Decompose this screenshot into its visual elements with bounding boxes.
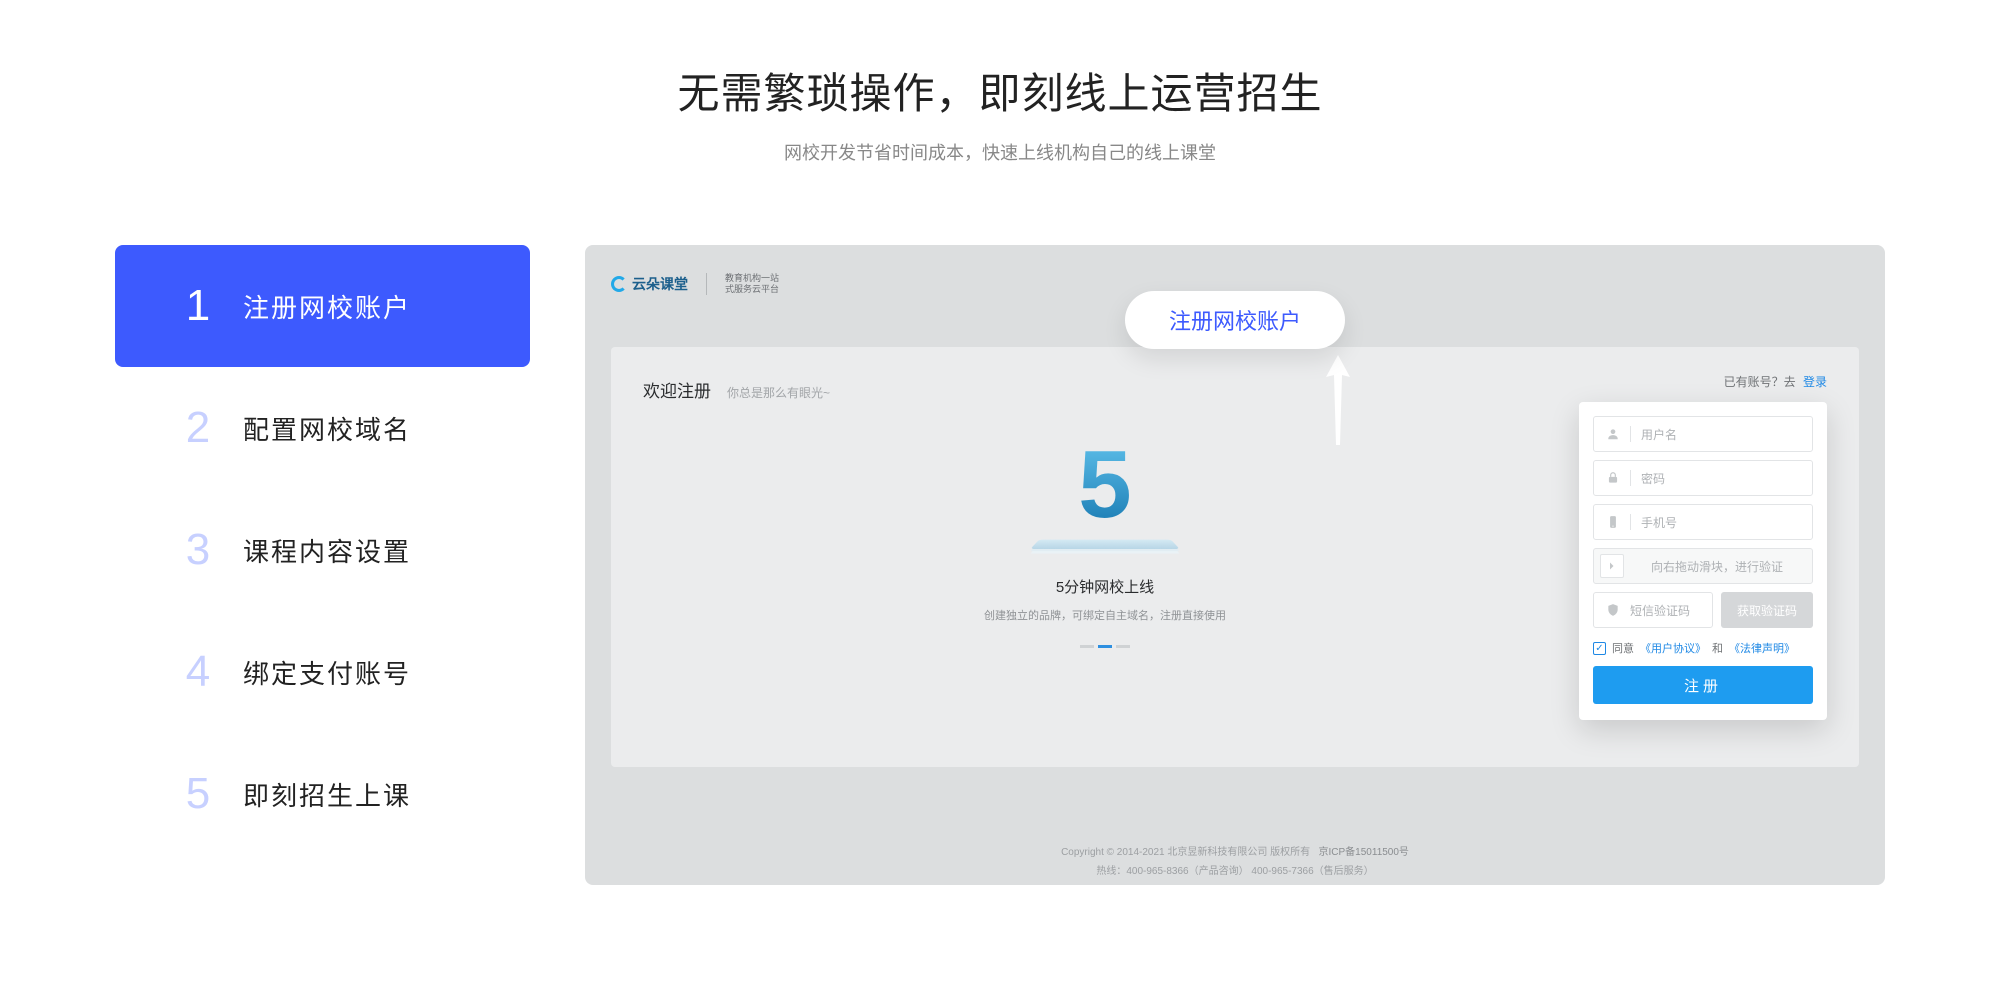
welcome-title: 欢迎注册: [643, 377, 711, 402]
slider-captcha[interactable]: 向右拖动滑块，进行验证: [1593, 548, 1813, 584]
illustration: 5 5分钟网校上线 创建独立的品牌，可绑定自主域名，注册直接使用: [643, 442, 1567, 648]
icp-link[interactable]: 京ICP备15011500号: [1319, 847, 1409, 858]
preview-footer: Copyright © 2014-2021 北京昱新科技有限公司 版权所有 京I…: [585, 833, 1885, 885]
page-title: 无需繁琐操作，即刻线上运营招生: [0, 60, 2000, 121]
dot[interactable]: [1116, 645, 1130, 648]
step-2[interactable]: 2 配置网校域名: [115, 367, 530, 489]
cloud-icon: [611, 276, 627, 292]
user-icon: [1606, 427, 1620, 441]
smscode-input[interactable]: 短信验证码: [1593, 592, 1713, 628]
brand-tagline: 教育机构一站 式服务云平台: [725, 273, 779, 295]
login-link[interactable]: 登录: [1803, 375, 1827, 389]
page-subtitle: 网校开发节省时间成本，快速上线机构自己的线上课堂: [0, 139, 2000, 165]
big-five-icon: 5: [1078, 442, 1131, 528]
arrow-icon: [1326, 355, 1350, 445]
step-label: 绑定支付账号: [243, 654, 411, 691]
terms-link[interactable]: 《用户协议》: [1640, 640, 1706, 656]
step-4[interactable]: 4 绑定支付账号: [115, 611, 530, 733]
signup-panel: 欢迎注册 你总是那么有眼光~ 5 5分钟网校上线 创建独立的品牌，可绑定自主域名…: [611, 347, 1859, 767]
step-1[interactable]: 1 注册网校账户: [115, 245, 530, 367]
step-number: 4: [163, 647, 233, 697]
agree-checkbox[interactable]: ✓: [1593, 642, 1606, 655]
step-list: 1 注册网校账户 2 配置网校域名 3 课程内容设置 4 绑定支付账号 5 即刻…: [115, 245, 530, 885]
phone-input[interactable]: 手机号: [1593, 504, 1813, 540]
password-input[interactable]: 密码: [1593, 460, 1813, 496]
brand-name: 云朵课堂: [632, 274, 688, 294]
welcome-subtitle: 你总是那么有眼光~: [727, 384, 830, 401]
illus-description: 创建独立的品牌，可绑定自主域名，注册直接使用: [643, 607, 1567, 623]
preview-panel: 注册网校账户 云朵课堂 教育机构一站 式服务云平台 欢迎注册 你总是那么有眼光~: [585, 245, 1885, 885]
dot-active[interactable]: [1098, 645, 1112, 648]
divider: [706, 273, 707, 295]
step-5[interactable]: 5 即刻招生上课: [115, 733, 530, 855]
login-hint: 已有账号？去 登录: [1567, 373, 1827, 390]
legal-link[interactable]: 《法律声明》: [1729, 640, 1795, 656]
shield-icon: [1606, 603, 1620, 617]
platform-icon: [1030, 540, 1179, 549]
illus-caption: 5分钟网校上线: [643, 576, 1567, 597]
tooltip-pill: 注册网校账户: [1125, 291, 1345, 349]
step-label: 注册网校账户: [243, 288, 411, 325]
signup-form: 用户名 密码 手机号: [1579, 402, 1827, 720]
username-input[interactable]: 用户名: [1593, 416, 1813, 452]
step-number: 1: [163, 281, 233, 331]
arrows-icon: [1600, 554, 1624, 578]
carousel-dots: [643, 645, 1567, 648]
phone-icon: [1606, 515, 1620, 529]
get-code-button[interactable]: 获取验证码: [1721, 592, 1813, 628]
step-label: 配置网校域名: [243, 410, 411, 447]
step-number: 3: [163, 525, 233, 575]
agree-row: ✓ 同意 《用户协议》 和 《法律声明》: [1593, 640, 1813, 656]
step-number: 2: [163, 403, 233, 453]
step-number: 5: [163, 769, 233, 819]
step-3[interactable]: 3 课程内容设置: [115, 489, 530, 611]
step-label: 课程内容设置: [243, 532, 411, 569]
step-label: 即刻招生上课: [243, 776, 411, 813]
dot[interactable]: [1080, 645, 1094, 648]
brand-logo: 云朵课堂: [611, 271, 688, 297]
register-button[interactable]: 注册: [1593, 666, 1813, 704]
lock-icon: [1606, 471, 1620, 485]
